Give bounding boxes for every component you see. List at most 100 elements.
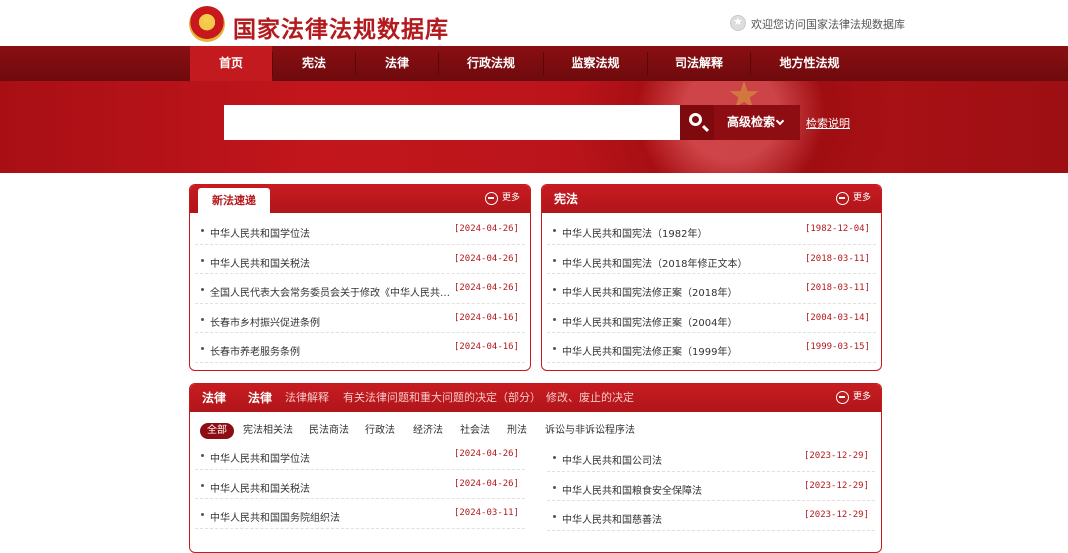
item-title[interactable]: 中华人民共和国学位法 bbox=[210, 225, 450, 240]
item-title[interactable]: 中华人民共和国慈善法 bbox=[562, 511, 802, 526]
item-date: [2024-04-16] bbox=[453, 342, 519, 352]
list-item[interactable]: 中华人民共和国慈善法 [2023-12-29] bbox=[547, 501, 875, 531]
site-title[interactable]: 国家法律法规数据库 bbox=[233, 10, 449, 44]
more-icon bbox=[484, 192, 498, 205]
chip-constitution-related[interactable]: 宪法相关法 bbox=[238, 423, 298, 439]
item-date: [2023-12-29] bbox=[803, 480, 869, 491]
tab-law-interpretation[interactable]: 法律解释 bbox=[285, 384, 329, 412]
tab-decisions[interactable]: 有关法律问题和重大问题的决定（部分） bbox=[343, 384, 541, 412]
item-title[interactable]: 中华人民共和国宪法修正案（2004年） bbox=[562, 314, 802, 329]
list-item[interactable]: 中华人民共和国宪法（1982年） [1982-12-04] bbox=[547, 215, 876, 245]
item-date: [2024-04-26] bbox=[453, 283, 519, 293]
chip-criminal[interactable]: 刑法 bbox=[502, 423, 532, 439]
nav-item-constitution[interactable]: 宪法 bbox=[273, 46, 355, 81]
laws-panel: 法律 法律 法律解释 有关法律问题和重大问题的决定（部分） 修改、废止的决定 更… bbox=[189, 383, 882, 553]
nav-item-local-regulations[interactable]: 地方性法规 bbox=[751, 46, 868, 81]
tab-amend-repeal[interactable]: 修改、废止的决定 bbox=[546, 384, 634, 412]
nav-item-law[interactable]: 法律 bbox=[356, 46, 438, 81]
item-date: [1982-12-04] bbox=[804, 224, 870, 234]
item-title[interactable]: 中华人民共和国国务院组织法 bbox=[210, 509, 450, 524]
chip-procedural[interactable]: 诉讼与非诉讼程序法 bbox=[540, 423, 640, 439]
item-title[interactable]: 长春市养老服务条例 bbox=[210, 343, 450, 358]
site-header: 国家法律法规数据库 欢迎您访问国家法律法规数据库 bbox=[0, 0, 1068, 46]
panel-header: 法律 法律 法律解释 有关法律问题和重大问题的决定（部分） 修改、废止的决定 更… bbox=[190, 384, 881, 412]
panel-title: 法律 bbox=[202, 391, 227, 405]
item-title[interactable]: 中华人民共和国公司法 bbox=[562, 452, 802, 467]
list-item[interactable]: 长春市乡村振兴促进条例 [2024-04-16] bbox=[195, 304, 525, 333]
more-label: 更多 bbox=[852, 193, 871, 203]
main-nav: 首页 宪法 法律 行政法规 监察法规 司法解释 地方性法规 bbox=[0, 46, 1068, 81]
item-title[interactable]: 中华人民共和国粮食安全保障法 bbox=[562, 482, 802, 497]
item-date: [2024-04-26] bbox=[453, 224, 519, 234]
chip-all[interactable]: 全部 bbox=[200, 423, 234, 439]
item-date: [2018-03-11] bbox=[804, 283, 870, 293]
chip-administrative[interactable]: 行政法 bbox=[360, 423, 400, 439]
search-input[interactable] bbox=[224, 105, 680, 140]
search-button[interactable] bbox=[680, 105, 714, 140]
item-title[interactable]: 中华人民共和国宪法修正案（1999年） bbox=[562, 343, 802, 358]
list-item[interactable]: 全国人民代表大会常务委员会关于修改《中华人民共和… [2024-04-26] bbox=[195, 274, 525, 304]
tab-law[interactable]: 法律 bbox=[248, 384, 272, 412]
search-help-link[interactable]: 检索说明 bbox=[806, 115, 850, 131]
chip-civil-commercial[interactable]: 民法商法 bbox=[304, 423, 354, 439]
item-title[interactable]: 中华人民共和国关税法 bbox=[210, 480, 450, 495]
nav-item-judicial-interpretation[interactable]: 司法解释 bbox=[648, 46, 750, 81]
list-item[interactable]: 中华人民共和国公司法 [2023-12-29] bbox=[547, 442, 875, 472]
item-title[interactable]: 全国人民代表大会常务委员会关于修改《中华人民共和… bbox=[210, 284, 450, 299]
list-item[interactable]: 中华人民共和国宪法修正案（2018年） [2018-03-11] bbox=[547, 274, 876, 304]
panel-header: 宪法 更多 bbox=[542, 185, 881, 213]
advanced-search-label: 高级检索 bbox=[727, 115, 776, 129]
item-date: [2024-04-26] bbox=[453, 253, 519, 264]
list-item[interactable]: 中华人民共和国学位法 [2024-04-26] bbox=[195, 440, 525, 470]
item-date: [2024-04-26] bbox=[453, 478, 519, 489]
item-title[interactable]: 中华人民共和国关税法 bbox=[210, 255, 450, 270]
search-banner: ★ 高级检索 检索说明 bbox=[0, 81, 1068, 173]
search-icon bbox=[689, 113, 702, 126]
panel-header: 新法速递 更多 bbox=[190, 185, 530, 213]
more-label: 更多 bbox=[501, 193, 520, 203]
item-date: [2023-12-29] bbox=[803, 451, 869, 461]
chevron-down-icon bbox=[775, 116, 785, 126]
list-item[interactable]: 中华人民共和国学位法 [2024-04-26] bbox=[195, 215, 525, 245]
list-item[interactable]: 中华人民共和国关税法 [2024-04-26] bbox=[195, 470, 525, 499]
nav-item-admin-regulations[interactable]: 行政法规 bbox=[439, 46, 543, 81]
list-item[interactable]: 中华人民共和国国务院组织法 [2024-03-11] bbox=[195, 499, 525, 529]
tab-new-laws[interactable]: 新法速递 bbox=[198, 188, 270, 213]
chip-economic[interactable]: 经济法 bbox=[408, 423, 448, 439]
list-item[interactable]: 中华人民共和国宪法修正案（1999年） [1999-03-15] bbox=[547, 333, 876, 363]
advanced-search-button[interactable]: 高级检索 bbox=[714, 105, 800, 140]
laws-list-right: 中华人民共和国公司法 [2023-12-29] 中华人民共和国粮食安全保障法 [20… bbox=[547, 442, 875, 531]
list-item[interactable]: 中华人民共和国关税法 [2024-04-26] bbox=[195, 245, 525, 274]
nav-item-home[interactable]: 首页 bbox=[190, 46, 272, 81]
list-item[interactable]: 长春市养老服务条例 [2024-04-16] bbox=[195, 333, 525, 363]
item-title[interactable]: 长春市乡村振兴促进条例 bbox=[210, 314, 450, 329]
new-laws-list: 中华人民共和国学位法 [2024-04-26] 中华人民共和国关税法 [2024-0… bbox=[195, 215, 525, 363]
laws-list-left: 中华人民共和国学位法 [2024-04-26] 中华人民共和国关税法 [2024-0… bbox=[195, 440, 525, 529]
new-laws-panel: 新法速递 更多 中华人民共和国学位法 [2024-04-26] 中华人民共和国关税… bbox=[189, 184, 531, 371]
nav-item-supervision-regulations[interactable]: 监察法规 bbox=[544, 46, 647, 81]
item-date: [2018-03-11] bbox=[804, 253, 870, 264]
item-date: [1999-03-15] bbox=[804, 342, 870, 352]
more-label: 更多 bbox=[852, 392, 871, 402]
panel-title[interactable]: 宪法 bbox=[554, 185, 578, 213]
welcome-icon bbox=[730, 15, 746, 31]
item-title[interactable]: 中华人民共和国学位法 bbox=[210, 450, 450, 465]
more-link[interactable]: 更多 bbox=[484, 192, 520, 205]
item-title[interactable]: 中华人民共和国宪法修正案（2018年） bbox=[562, 284, 802, 299]
list-item[interactable]: 中华人民共和国宪法（2018年修正文本） [2018-03-11] bbox=[547, 245, 876, 274]
more-icon bbox=[835, 391, 849, 404]
welcome-text: 欢迎您访问国家法律法规数据库 bbox=[751, 18, 905, 31]
more-link[interactable]: 更多 bbox=[835, 391, 871, 404]
more-link[interactable]: 更多 bbox=[835, 192, 871, 205]
constitution-list: 中华人民共和国宪法（1982年） [1982-12-04] 中华人民共和国宪法（2… bbox=[547, 215, 876, 363]
list-item[interactable]: 中华人民共和国宪法修正案（2004年） [2004-03-14] bbox=[547, 304, 876, 333]
item-date: [2023-12-29] bbox=[803, 510, 869, 520]
item-date: [2024-04-26] bbox=[453, 449, 519, 459]
item-date: [2024-04-16] bbox=[453, 312, 519, 323]
national-emblem-logo[interactable] bbox=[189, 6, 225, 42]
item-title[interactable]: 中华人民共和国宪法（1982年） bbox=[562, 225, 802, 240]
list-item[interactable]: 中华人民共和国粮食安全保障法 [2023-12-29] bbox=[547, 472, 875, 501]
chip-social[interactable]: 社会法 bbox=[455, 423, 495, 439]
item-date: [2024-03-11] bbox=[453, 508, 519, 518]
item-title[interactable]: 中华人民共和国宪法（2018年修正文本） bbox=[562, 255, 802, 270]
